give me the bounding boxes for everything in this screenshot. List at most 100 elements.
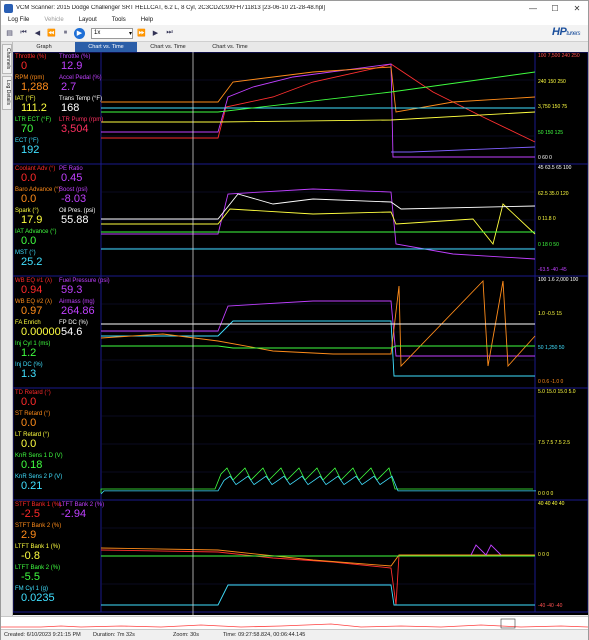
axis-scale-label: 3,750 150 75: [538, 104, 568, 110]
open-file-icon[interactable]: ▤: [4, 28, 15, 39]
skip-end-icon[interactable]: ⏭: [164, 28, 175, 39]
trace-line: [391, 146, 536, 153]
tab-graph[interactable]: Graph: [13, 42, 75, 52]
channel-value: 1,288: [21, 81, 49, 93]
channel-value: 0: [21, 60, 28, 72]
status-created: Created: 6/10/2023 9:21:15 PM: [4, 632, 81, 638]
tab-chart-vs-time-1[interactable]: Chart vs. Time: [75, 42, 137, 52]
axis-scale-label: 7.5 7.5 7.5 2.5: [538, 440, 570, 446]
channel-value: 55.88: [61, 214, 89, 226]
trace-line: [101, 345, 535, 349]
channel-value: 0.00000: [21, 326, 61, 338]
maximize-button[interactable]: ☐: [544, 4, 566, 13]
channel-value: 111.2: [21, 102, 47, 114]
channel-value: 0.45: [61, 172, 83, 184]
trace-line: [101, 63, 536, 143]
app-icon: [4, 3, 13, 13]
app-window: VCM Scanner: 2015 Dodge Challenger SRT H…: [0, 0, 589, 640]
channel-value: 0.0235: [21, 592, 55, 604]
channel-value: 192: [21, 144, 40, 156]
axis-scale-label: 62.5 35.0 120: [538, 190, 569, 197]
trace-line: [101, 111, 536, 123]
overview-strip[interactable]: [1, 616, 589, 629]
menu-tools[interactable]: Tools: [112, 17, 126, 23]
channel-value: 25.2: [21, 256, 43, 268]
channel-value: -0.8: [21, 550, 40, 562]
channel-value: 0.0: [21, 417, 37, 429]
channel-value: 70: [21, 123, 34, 135]
trace-line: [101, 584, 535, 606]
axis-scale-label: 100 1.6 2,000 100: [538, 277, 579, 283]
menu-bar: Log File Vehicle Layout Tools Help: [1, 15, 588, 25]
axis-scale-label: 5.0 15.0 15.0 5.0: [538, 389, 576, 395]
channel-value: 264.86: [61, 305, 95, 317]
step-back-icon[interactable]: ◀: [32, 28, 43, 39]
trace-line: [100, 549, 535, 606]
rewind-icon[interactable]: ⏪: [46, 28, 57, 39]
toolbar: ▤ ⏮ ◀ ⏪ ⏸ ▶ 1x ▾ ⏩ ▶ ⏭ HPtuners: [1, 25, 588, 42]
window-title: VCM Scanner: 2015 Dodge Challenger SRT H…: [16, 5, 326, 11]
channel-value: 0.0: [21, 172, 37, 184]
axis-scale-label: 50 1,250 50: [538, 345, 565, 351]
channel-value: 0.0: [21, 235, 37, 247]
channel-value: -5.5: [21, 571, 40, 583]
chevron-down-icon: ▾: [128, 30, 132, 37]
status-time: Time: 09:27:58.824, 00:06:44.145: [223, 632, 306, 638]
channel-label: Throttle (%): [15, 54, 47, 60]
pause-icon[interactable]: ⏸: [60, 28, 71, 39]
skip-start-icon[interactable]: ⏮: [18, 28, 29, 39]
side-tabs: Channels Log Details: [1, 42, 13, 617]
channel-value: 0.18: [21, 459, 43, 471]
axis-scale-label: 0 18 0 50: [538, 241, 559, 248]
menu-help[interactable]: Help: [141, 17, 153, 23]
channel-value: 1.3: [21, 368, 37, 380]
axis-scale-label: 0 11.8 0: [538, 216, 556, 222]
channel-value: 0.94: [21, 284, 43, 296]
menu-log-file[interactable]: Log File: [8, 17, 29, 23]
axis-scale-label: 0 60 0: [538, 155, 552, 161]
channel-value: 2.7: [61, 81, 77, 93]
axis-scale-label: -63.5 -40 -45: [538, 267, 567, 273]
menu-vehicle[interactable]: Vehicle: [44, 17, 63, 23]
trace-line: [100, 279, 536, 368]
playback-speed-select[interactable]: 1x ▾: [91, 27, 133, 39]
chart-area[interactable]: Throttle (%) 0 Throttle (%) 12.9 RPM (rpm) 1,…: [13, 52, 588, 615]
tab-chart-vs-time-2[interactable]: Chart vs. Time: [137, 42, 199, 52]
tab-chart-vs-time-3[interactable]: Chart vs. Time: [199, 42, 261, 52]
channel-value: -2.94: [61, 508, 87, 520]
side-tab-log-details[interactable]: Log Details: [2, 76, 12, 110]
close-button[interactable]: ✕: [566, 4, 588, 13]
channel-value: 3,504: [61, 123, 89, 135]
axis-scale-label: 100 7,500 240 250: [538, 53, 580, 59]
chart-traces: [13, 52, 588, 615]
fast-forward-icon[interactable]: ⏩: [136, 28, 147, 39]
axis-scale-label: 0 0.6 -1.0 0: [538, 379, 564, 385]
trace-line: [101, 193, 536, 220]
channel-value: 12.9: [61, 60, 83, 72]
step-forward-icon[interactable]: ▶: [150, 28, 161, 39]
view-tabs: Graph Chart vs. Time Chart vs. Time Char…: [13, 42, 588, 52]
channel-value: 17.9: [21, 214, 43, 226]
axis-scale-label: 40 40 40 40: [538, 501, 565, 507]
side-tab-channels[interactable]: Channels: [2, 44, 12, 74]
channel-value: 59.3: [61, 284, 83, 296]
channel-value: -2.5: [21, 508, 40, 520]
channel-value: -8.03: [61, 193, 87, 205]
play-button[interactable]: ▶: [74, 27, 85, 39]
channel-value: 0.0: [21, 193, 37, 205]
axis-scale-label: 1.0 -0.5 15: [538, 311, 562, 317]
trace-line: [101, 320, 535, 377]
axis-scale-label: 45 63.5 65 100: [538, 165, 572, 171]
status-bar: Created: 6/10/2023 9:21:15 PM Duration: …: [1, 629, 588, 640]
channel-value: 0.0: [21, 396, 37, 408]
trace-line: [101, 71, 536, 113]
minimize-button[interactable]: —: [522, 4, 544, 13]
channel-value: 0.0: [21, 438, 37, 450]
channel-value: 54.6: [61, 326, 83, 338]
title-bar: VCM Scanner: 2015 Dodge Challenger SRT H…: [1, 1, 588, 15]
trace-line: [101, 203, 536, 245]
trace-line: [470, 544, 502, 556]
channel-value: 0.21: [21, 480, 43, 492]
channel-value: 2.9: [21, 529, 37, 541]
menu-layout[interactable]: Layout: [79, 17, 97, 23]
